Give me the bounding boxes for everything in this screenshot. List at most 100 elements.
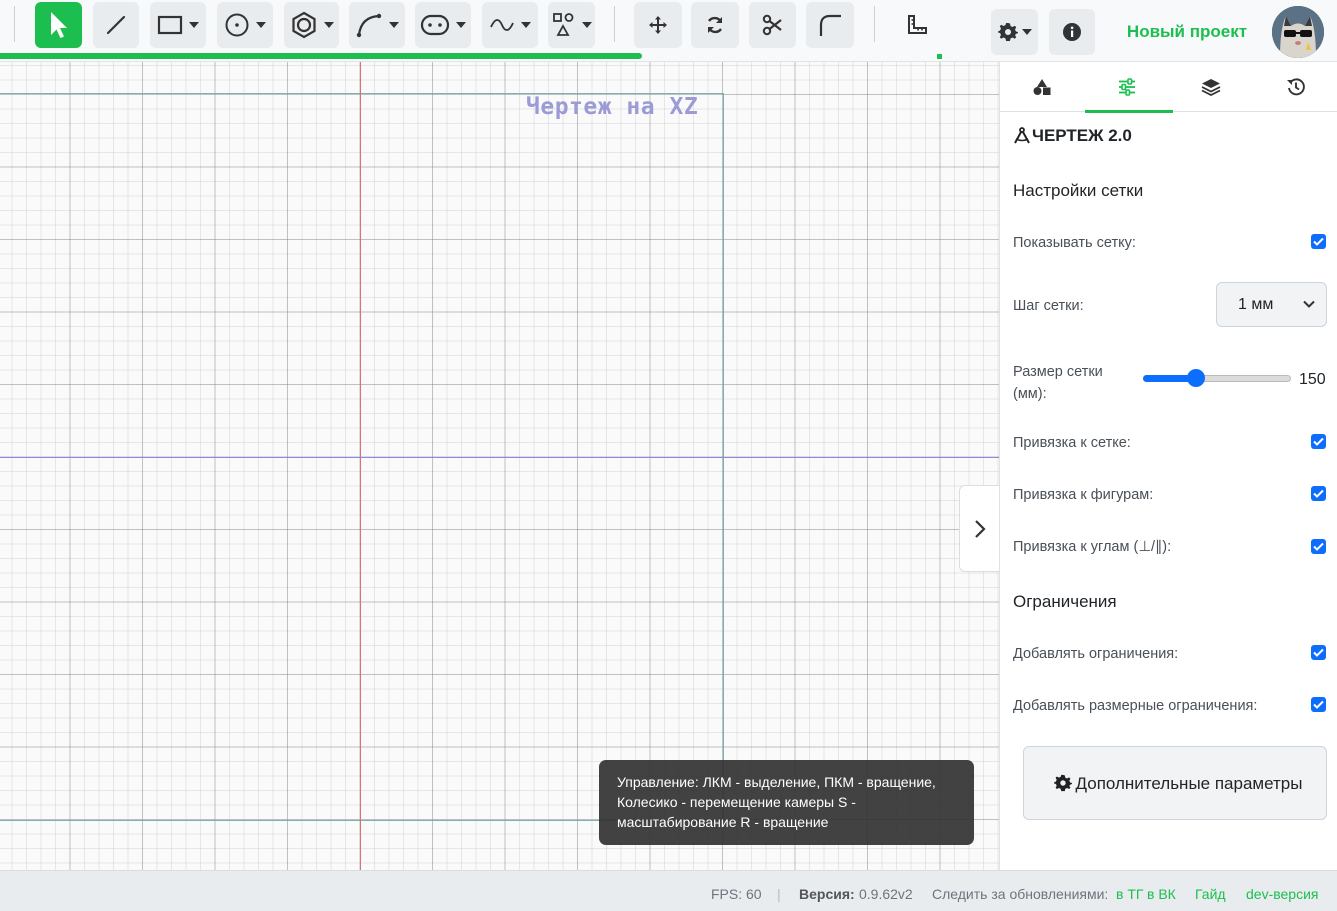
info-icon <box>1063 23 1081 41</box>
grid-size-value: 150 <box>1299 371 1326 388</box>
grid-step-select[interactable]: 1 мм <box>1216 282 1327 327</box>
canvas-plane-title: Чертеж на XZ <box>526 94 699 120</box>
chevron-down-icon <box>256 22 266 28</box>
line-icon <box>106 15 126 35</box>
collapse-panel-button[interactable] <box>959 485 999 572</box>
slider-thumb[interactable] <box>1187 369 1206 387</box>
grid-settings-heading: Настройки сетки <box>1013 181 1144 200</box>
spline-tool-button[interactable] <box>482 2 538 48</box>
advanced-settings-label: Дополнительные параметры <box>1075 773 1303 793</box>
toolbar-divider <box>14 6 15 42</box>
add-constraints-checkbox[interactable] <box>1311 645 1326 660</box>
toolbar-divider <box>614 6 615 42</box>
constraints-heading: Ограничения <box>1013 592 1117 611</box>
toolbar: Новый проект <box>0 0 1337 62</box>
tg-link[interactable]: в ТГ <box>1116 886 1143 902</box>
loading-progress-bar <box>0 53 642 59</box>
check-icon <box>1313 489 1324 498</box>
vk-link[interactable]: в ВК <box>1147 886 1176 902</box>
toolbar-divider <box>874 6 875 42</box>
shapes-icon <box>552 13 573 36</box>
shapes-tool-button[interactable] <box>548 2 595 48</box>
chevron-right-icon <box>974 519 986 538</box>
snap-grid-checkbox[interactable] <box>1311 434 1326 449</box>
tab-settings[interactable] <box>1084 62 1172 113</box>
check-icon <box>1313 542 1324 551</box>
guide-link[interactable]: Гайд <box>1195 886 1226 902</box>
snap-shapes-label: Привязка к фигурам: <box>1013 487 1154 503</box>
add-dim-constraints-label: Добавлять размерные ограничения: <box>1013 698 1258 714</box>
check-icon <box>1313 237 1324 246</box>
status-separator: | <box>777 886 781 902</box>
sliders-icon <box>1118 78 1135 96</box>
cursor-arrow-icon <box>50 12 67 38</box>
polygon-tool-button[interactable] <box>284 2 339 48</box>
show-grid-checkbox[interactable] <box>1311 234 1326 249</box>
vertical-axis <box>360 62 361 870</box>
chevron-down-icon <box>189 22 199 28</box>
show-grid-label: Показывать сетку: <box>1013 235 1136 251</box>
move-tool-button[interactable] <box>634 2 682 48</box>
chevron-down-icon <box>1021 29 1032 35</box>
gear-icon <box>997 23 1018 41</box>
shapes-icon <box>1033 79 1051 95</box>
rotate-icon <box>707 16 723 34</box>
progress-end-marker <box>937 54 942 59</box>
grid-size-slider[interactable] <box>1143 369 1291 387</box>
add-constraints-label: Добавлять ограничения: <box>1013 646 1179 662</box>
panel-tabs <box>1000 62 1337 113</box>
chevron-down-icon <box>389 22 399 28</box>
dev-version-link[interactable]: dev-версия <box>1246 886 1319 902</box>
spline-icon <box>490 19 514 31</box>
arc-icon <box>356 13 382 38</box>
measure-tool-button[interactable] <box>893 2 940 48</box>
project-name[interactable]: Новый проект <box>1110 22 1264 42</box>
follow-updates-label: Следить за обновлениями: <box>932 886 1109 902</box>
move-icon <box>649 16 667 34</box>
chevron-down-icon <box>323 22 334 28</box>
version-label: Версия: <box>799 886 855 902</box>
avatar[interactable] <box>1272 6 1324 58</box>
check-icon <box>1313 437 1324 446</box>
layers-icon <box>1201 79 1221 96</box>
settings-dropdown-button[interactable] <box>991 9 1038 55</box>
grid-step-label: Шаг сетки: <box>1013 298 1084 314</box>
advanced-settings-button[interactable]: Дополнительные параметры <box>1023 746 1327 820</box>
drawing-canvas[interactable]: Чертеж на XZ <box>0 62 999 870</box>
status-bar: FPS: 60 | Версия: 0.9.62v2 Следить за об… <box>0 870 1337 911</box>
line-tool-button[interactable] <box>93 2 139 48</box>
history-icon <box>1286 78 1305 96</box>
grid-step-value: 1 мм <box>1238 295 1274 313</box>
scissors-icon <box>762 14 782 36</box>
chevron-down-icon <box>1303 300 1315 308</box>
rectangle-tool-button[interactable] <box>150 2 206 48</box>
rotate-tool-button[interactable] <box>691 2 739 48</box>
snap-shapes-checkbox[interactable] <box>1311 486 1326 501</box>
fps-counter: FPS: 60 <box>711 886 762 902</box>
brand-label: ЧЕРТЕЖ 2.0 <box>1032 126 1132 145</box>
slot-tool-button[interactable] <box>415 2 471 48</box>
arc-tool-button[interactable] <box>349 2 405 48</box>
select-tool-button[interactable] <box>35 2 82 48</box>
check-icon <box>1313 648 1324 657</box>
chevron-down-icon <box>521 22 531 28</box>
version-value: 0.9.62v2 <box>859 886 913 902</box>
fillet-tool-button[interactable] <box>806 2 854 48</box>
gear-icon <box>1054 774 1072 792</box>
compass-icon <box>1014 127 1030 144</box>
check-icon <box>1313 700 1324 709</box>
tab-history[interactable] <box>1254 62 1337 112</box>
tab-shapes[interactable] <box>1000 62 1085 112</box>
trim-tool-button[interactable] <box>749 2 796 48</box>
chevron-down-icon <box>456 22 466 28</box>
circle-tool-button[interactable] <box>217 2 273 48</box>
info-button[interactable] <box>1049 9 1095 55</box>
snap-angles-checkbox[interactable] <box>1311 539 1326 554</box>
hexagon-icon <box>291 11 316 39</box>
ruler-icon <box>907 15 927 34</box>
add-dim-constraints-checkbox[interactable] <box>1311 697 1326 712</box>
horizontal-axis <box>0 457 999 458</box>
tab-layers[interactable] <box>1169 62 1254 112</box>
grid-size-label: Размер сетки (мм): <box>1013 364 1103 402</box>
slot-icon <box>420 14 450 36</box>
